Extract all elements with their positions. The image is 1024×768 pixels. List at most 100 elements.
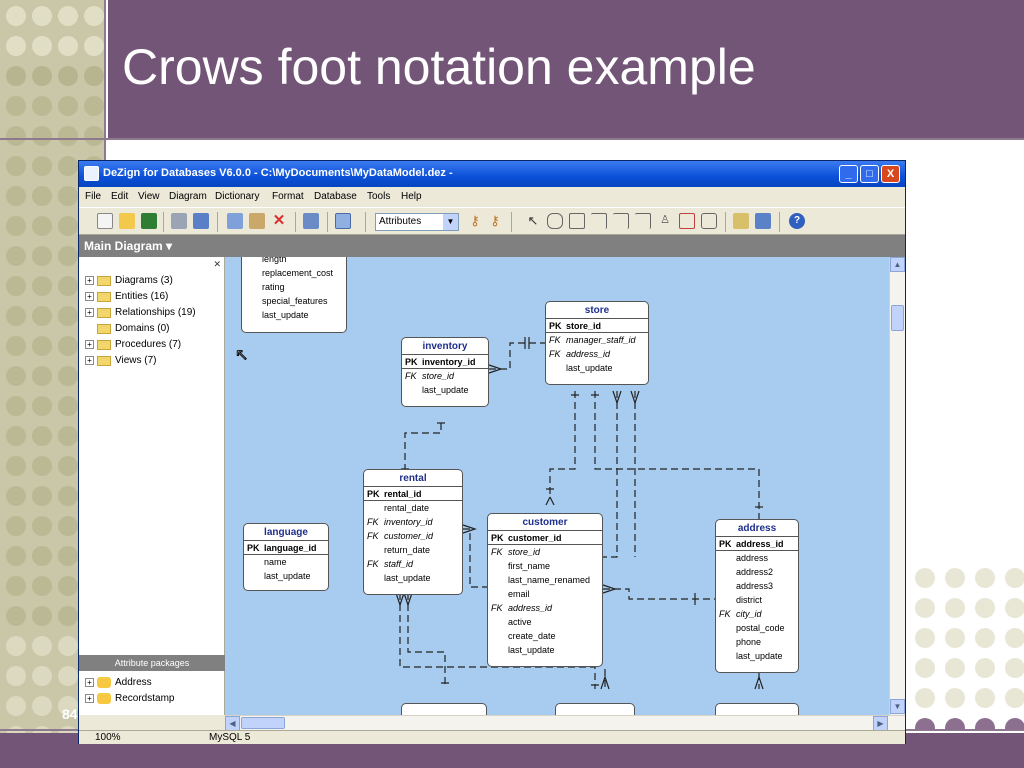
expand-icon[interactable]: +	[85, 694, 94, 703]
attributes-select[interactable]: Attributes ▼	[375, 213, 459, 231]
decorative-dot	[32, 126, 52, 146]
open-icon[interactable]	[119, 213, 135, 229]
print-icon[interactable]	[171, 213, 187, 229]
toolbar-separator	[725, 212, 726, 232]
menu-diagram[interactable]: Diagram	[169, 191, 207, 202]
menu-edit[interactable]: Edit	[111, 191, 128, 202]
decorative-dot	[6, 636, 26, 656]
relationship-icon[interactable]	[635, 213, 651, 229]
diagram-canvas[interactable]: ↖ length replacement_cost rating special…	[225, 257, 889, 715]
entity-attribute: first_name	[508, 561, 551, 571]
decorative-dot	[58, 396, 78, 416]
entity-film[interactable]: length replacement_cost rating special_f…	[241, 257, 347, 333]
copy-icon[interactable]	[227, 213, 243, 229]
expand-icon[interactable]: +	[85, 356, 94, 365]
entity-inventory[interactable]: inventory PK inventory_id FK store_id last…	[401, 337, 489, 407]
title-bar[interactable]: DeZign for Databases V6.0.0 - C:\MyDocum…	[79, 161, 905, 187]
menu-format[interactable]: Format	[272, 191, 304, 202]
entity-address[interactable]: address PK address_id address address2 ad…	[715, 519, 799, 673]
maximize-button[interactable]: □	[860, 165, 879, 183]
toolbar-separator	[163, 212, 164, 232]
decorative-dot	[915, 688, 935, 708]
page-number: 84	[62, 706, 78, 722]
scroll-thumb[interactable]	[241, 717, 285, 729]
entity-partial[interactable]	[555, 703, 635, 715]
horizontal-scrollbar[interactable]: ◀ ▶	[225, 715, 905, 731]
pointer-icon[interactable]: ↖	[525, 213, 541, 229]
zoom-icon[interactable]	[335, 213, 351, 229]
menu-database[interactable]: Database	[314, 191, 357, 202]
entity-fk: FK city_id	[719, 609, 762, 619]
tree-item-views[interactable]: + Views (7)	[85, 355, 157, 366]
close-button[interactable]: X	[881, 165, 900, 183]
close-icon[interactable]: ✕	[213, 259, 221, 270]
diagram-header: Main Diagram ▾	[79, 235, 905, 257]
entity-customer[interactable]: customer PK customer_id FK store_id first_…	[487, 513, 603, 667]
menu-help[interactable]: Help	[401, 191, 422, 202]
decorative-dot	[84, 126, 104, 146]
expand-icon[interactable]: +	[85, 678, 94, 687]
swap-icon[interactable]	[303, 213, 319, 229]
decorative-dot	[58, 486, 78, 506]
entity-rental[interactable]: rental PK rental_id rental_date FK invento…	[363, 469, 463, 595]
image-icon[interactable]	[679, 213, 695, 229]
relationship-icon[interactable]	[613, 213, 629, 229]
report-icon[interactable]	[755, 213, 771, 229]
paste-icon[interactable]	[249, 213, 265, 229]
tree-item-entities[interactable]: + Entities (16)	[85, 291, 168, 302]
key-icon[interactable]: ⚷	[467, 213, 483, 229]
scroll-right-icon[interactable]: ▶	[873, 716, 888, 731]
entity-icon[interactable]	[547, 213, 563, 229]
entity-name: rental	[364, 470, 462, 487]
help-icon[interactable]: ?	[789, 213, 805, 229]
menu-tools[interactable]: Tools	[367, 191, 390, 202]
expand-icon[interactable]: +	[85, 308, 94, 317]
entity-partial[interactable]	[401, 703, 487, 715]
decorative-dot	[6, 486, 26, 506]
edit-icon[interactable]	[733, 213, 749, 229]
decorative-dot	[6, 66, 26, 86]
tree-item-recordstamp[interactable]: + Recordstamp	[85, 693, 174, 704]
relationship-icon[interactable]	[591, 213, 607, 229]
tree-item-procedures[interactable]: + Procedures (7)	[85, 339, 181, 350]
scroll-left-icon[interactable]: ◀	[225, 716, 240, 731]
entity-store[interactable]: store PK store_id FK manager_staff_id FK ad…	[545, 301, 649, 385]
entity-pk: PK inventory_id	[402, 355, 488, 369]
decorative-dot	[58, 456, 78, 476]
minimize-button[interactable]: _	[839, 165, 858, 183]
entity-language[interactable]: language PK language_id name last_update	[243, 523, 329, 591]
delete-icon[interactable]: ✕	[271, 213, 287, 229]
expand-icon[interactable]: +	[85, 292, 94, 301]
preview-icon[interactable]	[193, 213, 209, 229]
tree-item-domains[interactable]: Domains (0)	[85, 323, 169, 334]
note-icon[interactable]	[701, 213, 717, 229]
table-icon[interactable]	[569, 213, 585, 229]
decorative-dot	[32, 426, 52, 446]
decorative-dot	[32, 156, 52, 176]
decorative-dot	[6, 696, 26, 716]
scroll-down-icon[interactable]: ▼	[890, 699, 905, 714]
diagram-title[interactable]: Main Diagram ▾	[84, 239, 172, 253]
decorative-dot	[6, 126, 26, 146]
new-icon[interactable]	[97, 213, 113, 229]
database-type: MySQL 5	[209, 732, 251, 743]
save-icon[interactable]	[141, 213, 157, 229]
tree-item-relationships[interactable]: + Relationships (19)	[85, 307, 196, 318]
tree-item-diagrams[interactable]: + Diagrams (3)	[85, 275, 173, 286]
vertical-scrollbar[interactable]: ▲ ▼	[889, 257, 905, 715]
entity-attribute: active	[508, 617, 532, 627]
key-icon[interactable]: ⚷	[487, 213, 503, 229]
entity-attribute: email	[508, 589, 530, 599]
menu-file[interactable]: File	[85, 191, 101, 202]
person-icon[interactable]: ♙	[657, 213, 673, 229]
tree-item-address[interactable]: + Address	[85, 677, 152, 688]
entity-attribute: last_name_renamed	[508, 575, 591, 585]
expand-icon[interactable]: +	[85, 276, 94, 285]
expand-icon[interactable]: +	[85, 340, 94, 349]
folder-icon	[97, 275, 111, 286]
entity-partial[interactable]	[715, 703, 799, 715]
menu-dictionary[interactable]: Dictionary	[215, 191, 259, 202]
scroll-thumb[interactable]	[891, 305, 904, 331]
scroll-up-icon[interactable]: ▲	[890, 257, 905, 272]
menu-view[interactable]: View	[138, 191, 160, 202]
